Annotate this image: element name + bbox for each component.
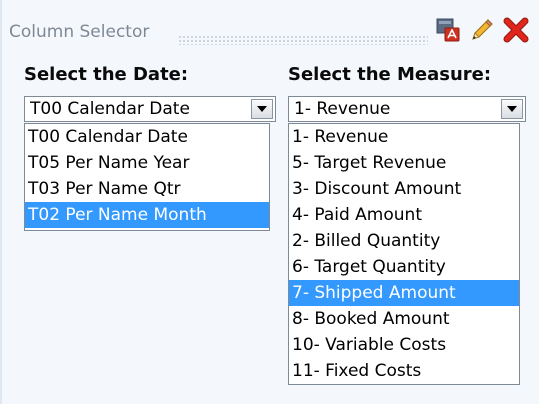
panel-title: Column Selector xyxy=(9,22,150,42)
date-option[interactable]: T03 Per Name Qtr xyxy=(25,176,269,202)
date-dropdown-value: T00 Calendar Date xyxy=(30,99,190,119)
date-options-list[interactable]: T00 Calendar Date T05 Per Name Year T03 … xyxy=(24,123,270,231)
date-option[interactable]: T00 Calendar Date xyxy=(25,124,269,150)
date-option-highlighted[interactable]: T02 Per Name Month xyxy=(25,202,269,228)
measure-options-list[interactable]: 1- Revenue 5- Target Revenue 3- Discount… xyxy=(288,123,520,385)
measure-dropdown-button[interactable] xyxy=(501,99,523,119)
measure-option[interactable]: 3- Discount Amount xyxy=(289,176,519,202)
measure-option[interactable]: 4- Paid Amount xyxy=(289,202,519,228)
date-label: Select the Date: xyxy=(24,64,189,85)
measure-option[interactable]: 1- Revenue xyxy=(289,124,519,150)
panel-left-border xyxy=(0,0,2,404)
measure-option[interactable]: 8- Booked Amount xyxy=(289,306,519,332)
measure-option[interactable]: 6- Target Quantity xyxy=(289,254,519,280)
date-dropdown-button[interactable] xyxy=(251,99,273,119)
measure-option[interactable]: 11- Fixed Costs xyxy=(289,358,519,384)
edit-pencil-icon[interactable] xyxy=(468,16,496,44)
close-icon[interactable] xyxy=(502,16,530,44)
measure-option-highlighted[interactable]: 7- Shipped Amount xyxy=(289,280,519,306)
date-dropdown[interactable]: T00 Calendar Date xyxy=(24,96,276,122)
measure-option[interactable]: 5- Target Revenue xyxy=(289,150,519,176)
measure-dropdown[interactable]: 1- Revenue xyxy=(288,96,526,122)
measure-option[interactable]: 10- Variable Costs xyxy=(289,332,519,358)
chevron-down-icon xyxy=(257,106,267,112)
measure-label: Select the Measure: xyxy=(288,64,492,85)
column-selector-panel: Column Selector Select the Date: T00 Cal… xyxy=(0,0,539,404)
header-dotted-separator xyxy=(178,35,428,45)
date-option[interactable]: T05 Per Name Year xyxy=(25,150,269,176)
export-icon[interactable] xyxy=(434,16,462,44)
measure-dropdown-value: 1- Revenue xyxy=(294,99,391,119)
measure-option[interactable]: 2- Billed Quantity xyxy=(289,228,519,254)
panel-header: Column Selector xyxy=(0,0,539,55)
chevron-down-icon xyxy=(507,106,517,112)
